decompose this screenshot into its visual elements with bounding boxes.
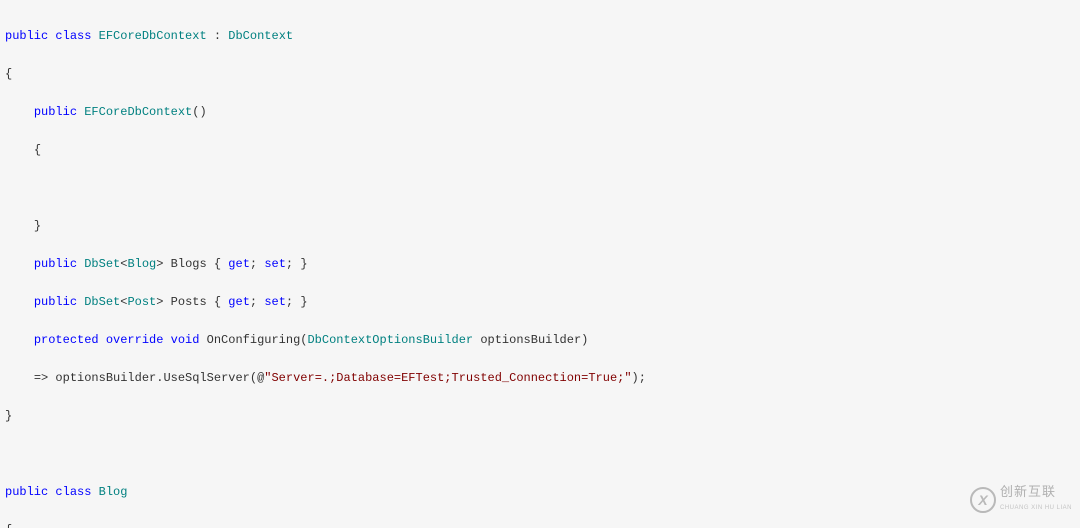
keyword-public: public bbox=[5, 485, 48, 499]
code-line: public EFCoreDbContext() bbox=[5, 103, 1080, 122]
keyword-void: void bbox=[171, 333, 200, 347]
watermark: X 创新互联 CHUANG XIN HU LIAN bbox=[970, 482, 1072, 518]
keyword-set: set bbox=[264, 295, 286, 309]
code-line: public DbSet<Post> Posts { get; set; } bbox=[5, 293, 1080, 312]
method-name: UseSqlServer bbox=[163, 371, 249, 385]
code-block: public class EFCoreDbContext : DbContext… bbox=[0, 0, 1080, 528]
code-line: public class EFCoreDbContext : DbContext bbox=[5, 27, 1080, 46]
code-line: { bbox=[5, 141, 1080, 160]
keyword-public: public bbox=[34, 257, 77, 271]
keyword-protected: protected bbox=[34, 333, 99, 347]
code-line: { bbox=[5, 521, 1080, 528]
keyword-set: set bbox=[264, 257, 286, 271]
keyword-public: public bbox=[5, 29, 48, 43]
code-line: protected override void OnConfiguring(Db… bbox=[5, 331, 1080, 350]
type-name: Blog bbox=[99, 485, 128, 499]
type-name: Blog bbox=[127, 257, 156, 271]
keyword-public: public bbox=[34, 295, 77, 309]
code-line: public class Blog bbox=[5, 483, 1080, 502]
method-name: OnConfiguring bbox=[207, 333, 301, 347]
ctor-name: EFCoreDbContext bbox=[84, 105, 192, 119]
ident: optionsBuilder bbox=[55, 371, 156, 385]
code-line: { bbox=[5, 65, 1080, 84]
type-name: Post bbox=[127, 295, 156, 309]
code-line: } bbox=[5, 407, 1080, 426]
type-name: DbContext bbox=[228, 29, 293, 43]
keyword-public: public bbox=[34, 105, 77, 119]
prop-name: Blogs bbox=[171, 257, 207, 271]
keyword-get: get bbox=[228, 257, 250, 271]
code-line bbox=[5, 445, 1080, 464]
keyword-class: class bbox=[55, 29, 91, 43]
watermark-subtext: CHUANG XIN HU LIAN bbox=[1000, 499, 1072, 518]
code-line: => optionsBuilder.UseSqlServer(@"Server=… bbox=[5, 369, 1080, 388]
keyword-get: get bbox=[228, 295, 250, 309]
watermark-text-wrap: 创新互联 CHUANG XIN HU LIAN bbox=[1000, 482, 1072, 518]
type-name: EFCoreDbContext bbox=[99, 29, 207, 43]
code-line: public DbSet<Blog> Blogs { get; set; } bbox=[5, 255, 1080, 274]
type-name: DbSet bbox=[84, 295, 120, 309]
param-name: optionsBuilder bbox=[480, 333, 581, 347]
arrow-op: => bbox=[34, 371, 48, 385]
type-name: DbSet bbox=[84, 257, 120, 271]
type-name: DbContextOptionsBuilder bbox=[307, 333, 473, 347]
keyword-override: override bbox=[106, 333, 164, 347]
code-line: } bbox=[5, 217, 1080, 236]
watermark-logo-icon: X bbox=[970, 487, 996, 513]
code-line bbox=[5, 179, 1080, 198]
prop-name: Posts bbox=[171, 295, 207, 309]
string-literal: "Server=.;Database=EFTest;Trusted_Connec… bbox=[264, 371, 631, 385]
keyword-class: class bbox=[55, 485, 91, 499]
